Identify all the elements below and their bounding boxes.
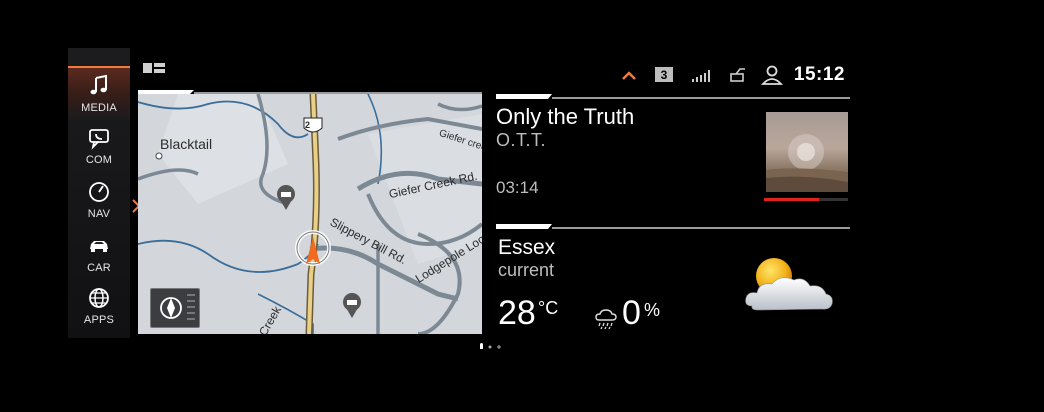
weather-widget-header-line: [496, 224, 850, 229]
page-indicator: [480, 343, 501, 349]
globe-icon: [89, 288, 109, 308]
media-widget-header-line: [496, 94, 850, 99]
compass-icon: [160, 294, 195, 320]
weather-city: Essex: [498, 236, 556, 259]
place-label-blacktail: Blacktail: [160, 136, 213, 152]
music-note-icon: [90, 74, 107, 95]
nav-apps-button[interactable]: APPS: [68, 280, 130, 332]
album-art: [766, 112, 848, 192]
hotel-pin-icon: [277, 185, 295, 210]
media-widget[interactable]: Only the Truth O.T.T. 03:14: [496, 94, 850, 204]
route-shield-number: 2: [305, 120, 311, 130]
map-view-mode-button[interactable]: [150, 288, 200, 328]
main-menu-sidebar: MEDIA COM NAV CAR APPS: [68, 48, 130, 338]
chevron-up-icon[interactable]: [620, 62, 638, 88]
nav-com-button[interactable]: COM: [68, 120, 130, 172]
track-title: Only the Truth: [496, 104, 635, 129]
track-elapsed-time: 03:14: [496, 178, 539, 197]
nav-media-label: MEDIA: [81, 102, 117, 114]
track-artist: O.T.T.: [496, 130, 547, 150]
weather-widget[interactable]: Essex current 28 °C 0 %: [496, 224, 850, 338]
temperature-unit: °C: [538, 298, 559, 318]
split-screen-icon[interactable]: [143, 62, 165, 74]
nav-apps-label: APPS: [83, 314, 115, 326]
nav-nav-button[interactable]: NAV: [68, 174, 130, 226]
nav-nav-label: NAV: [87, 208, 111, 220]
signal-bars-icon: [692, 70, 710, 82]
hotel-pin-icon: [343, 293, 361, 318]
phone-message-icon: [89, 129, 109, 150]
weather-subtitle: current: [498, 260, 555, 280]
playback-progress-fill: [764, 198, 819, 201]
nav-car-button[interactable]: CAR: [68, 228, 130, 280]
partly-cloudy-sun-icon: [745, 258, 833, 311]
phone-sync-icon: [730, 68, 745, 82]
nav-com-label: COM: [85, 154, 113, 166]
precipitation-value: 0: [622, 294, 641, 332]
precipitation-unit: %: [644, 300, 661, 320]
user-profile-icon[interactable]: [760, 62, 784, 88]
nav-car-label: CAR: [87, 262, 111, 274]
status-bar: 3 15:12: [610, 62, 845, 88]
rain-cloud-icon: [595, 309, 617, 330]
notification-count-badge: 3: [655, 67, 673, 82]
clock: 15:12: [793, 64, 845, 85]
temperature-value: 28: [498, 294, 536, 332]
nav-media-button[interactable]: MEDIA: [68, 66, 130, 120]
car-icon: [90, 241, 108, 252]
navigation-compass-icon: [89, 182, 109, 202]
